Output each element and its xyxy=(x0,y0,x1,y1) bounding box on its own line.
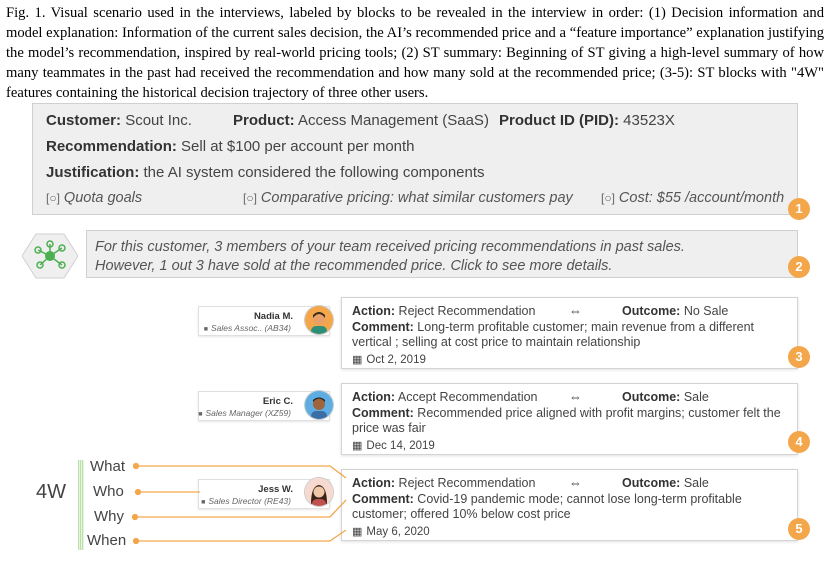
connector-when xyxy=(136,529,347,542)
four-w-connectors xyxy=(131,462,347,545)
connector-what xyxy=(136,465,347,479)
connector-why xyxy=(135,499,347,518)
